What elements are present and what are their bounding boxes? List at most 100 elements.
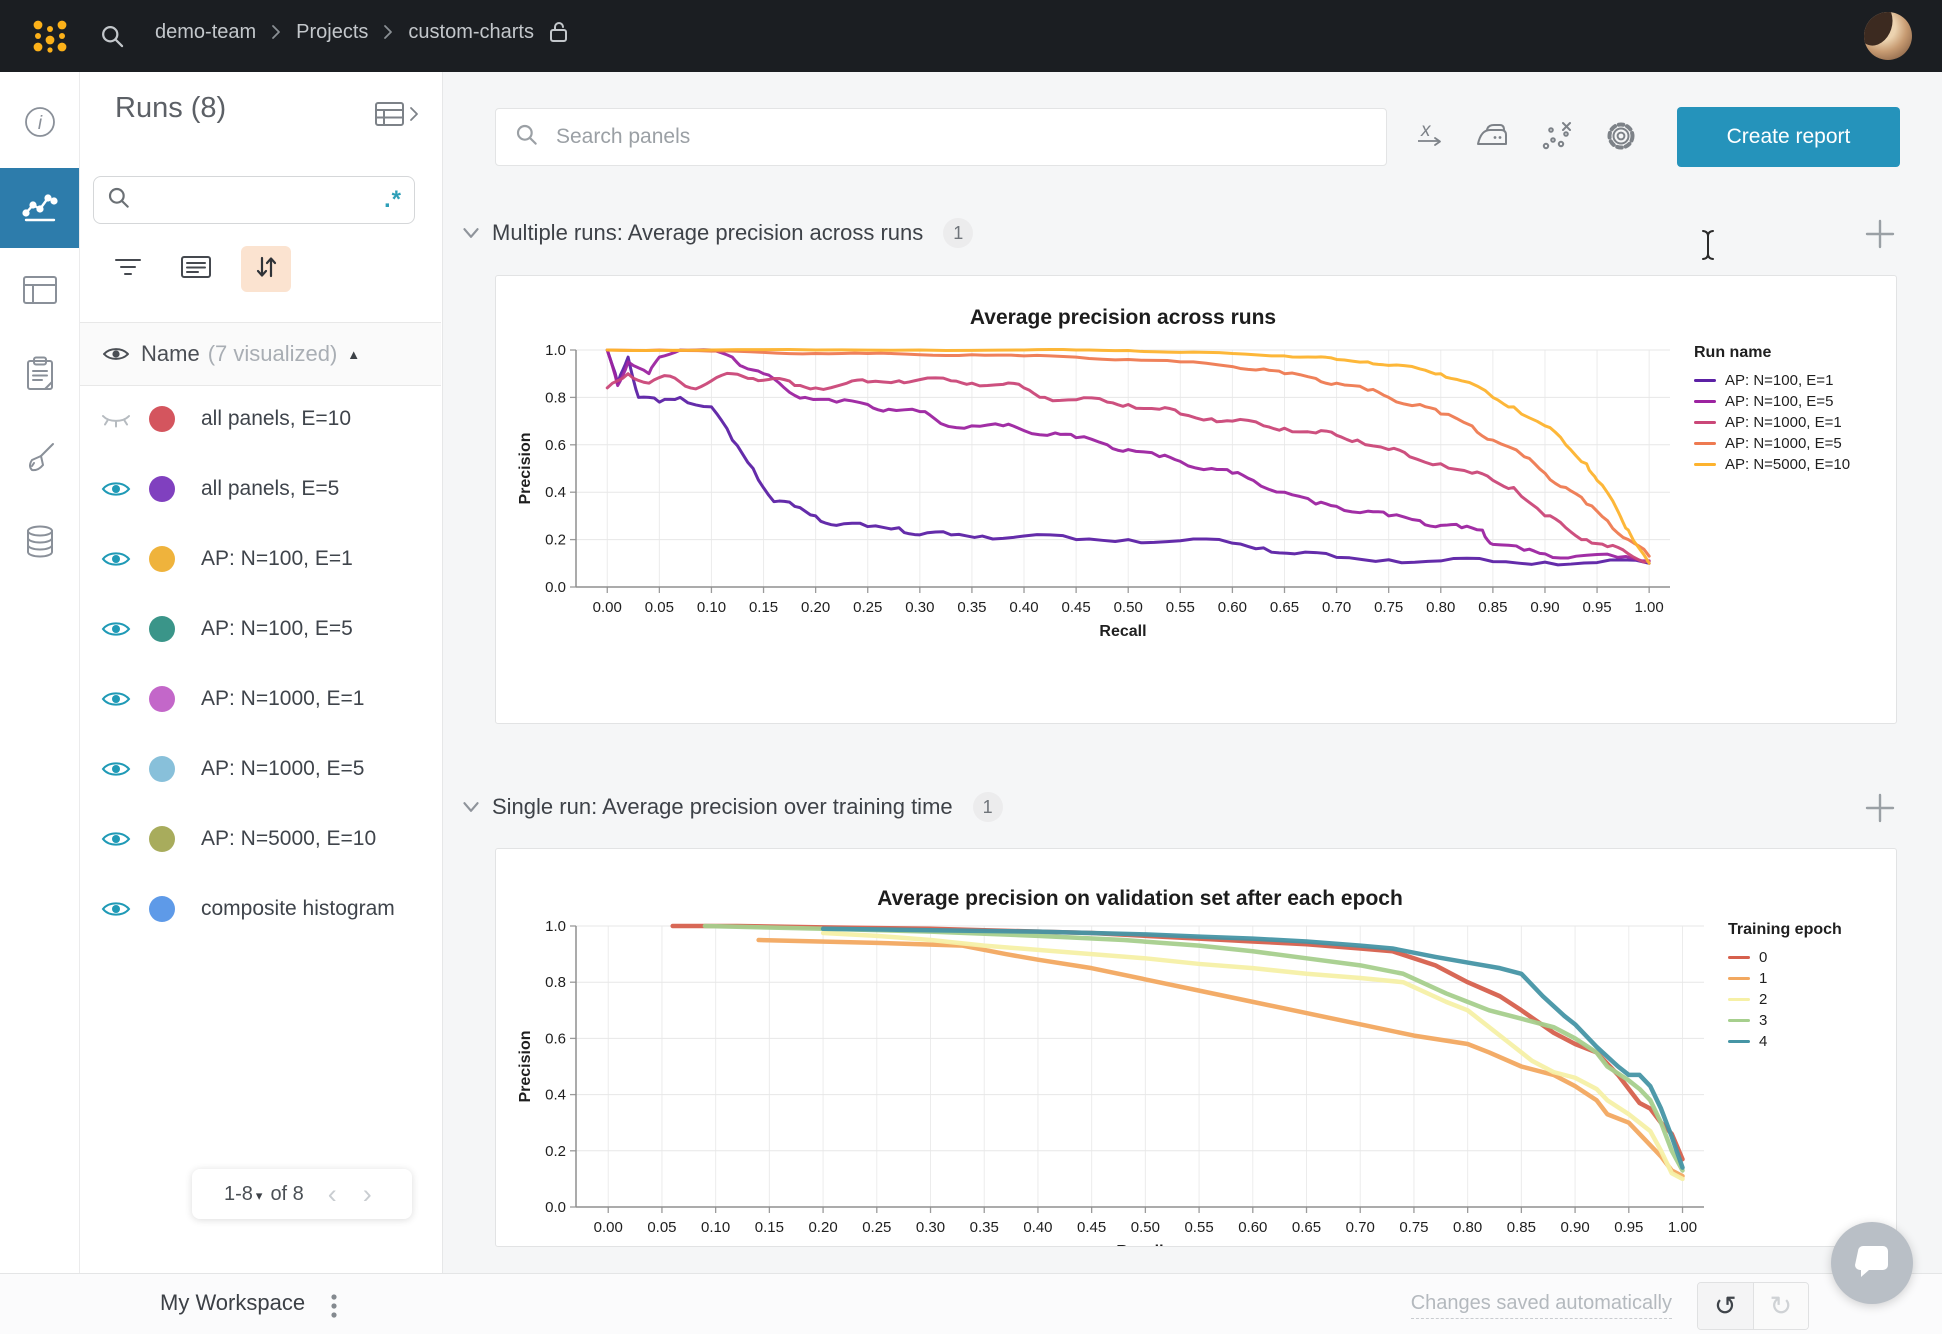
search-icon[interactable]	[99, 23, 126, 55]
panel-count-badge: 1	[943, 218, 973, 248]
smoothing-button[interactable]	[1466, 112, 1518, 164]
run-name[interactable]: all panels, E=10	[201, 407, 351, 431]
svg-text:0.2: 0.2	[545, 532, 566, 549]
runs-name-header[interactable]: Name (7 visualized) ▲	[79, 322, 441, 386]
run-name[interactable]: AP: N=1000, E=1	[201, 687, 364, 711]
svg-text:0.40: 0.40	[1023, 1219, 1052, 1236]
run-name[interactable]: AP: N=5000, E=10	[201, 827, 376, 851]
eye-icon[interactable]	[101, 758, 131, 780]
svg-text:0.70: 0.70	[1346, 1219, 1375, 1236]
run-name[interactable]: composite histogram	[201, 897, 395, 921]
run-row[interactable]: AP: N=1000, E=1	[79, 664, 441, 734]
workspace-name[interactable]: My Workspace	[160, 1290, 305, 1316]
regex-toggle-icon[interactable]: .*	[384, 186, 402, 214]
run-color-dot	[149, 686, 175, 712]
run-color-dot	[149, 896, 175, 922]
search-panels-input[interactable]	[554, 124, 1258, 150]
legend-item: 3	[1728, 1010, 1842, 1031]
add-panel-button[interactable]	[1864, 218, 1896, 255]
section-title[interactable]: Multiple runs: Average precision across …	[492, 220, 923, 246]
section-header-single-run: Single run: Average precision over train…	[462, 792, 1003, 822]
panel-grid-icon	[21, 273, 59, 312]
prev-page-button[interactable]: ‹	[328, 1179, 337, 1210]
chevron-down-icon[interactable]	[462, 227, 480, 239]
sort-button[interactable]	[241, 246, 291, 292]
run-row[interactable]: composite histogram	[79, 874, 441, 944]
eye-icon[interactable]	[101, 828, 131, 850]
svg-text:0.95: 0.95	[1614, 1219, 1643, 1236]
display-options-button[interactable]	[171, 246, 221, 292]
rail-item-sweeps[interactable]	[0, 420, 79, 500]
runs-search-box[interactable]: .*	[93, 176, 415, 224]
legend-swatch	[1728, 956, 1750, 959]
panel-card-avg-precision-across-runs[interactable]: Average precision across runs 0.000.050.…	[495, 275, 1897, 724]
table-icon	[374, 100, 406, 133]
undo-button[interactable]: ↺	[1698, 1283, 1754, 1329]
svg-text:0.00: 0.00	[594, 1219, 623, 1236]
legend-swatch	[1694, 463, 1716, 466]
unlock-icon	[548, 20, 570, 44]
user-avatar[interactable]	[1864, 12, 1912, 60]
section-title[interactable]: Single run: Average precision over train…	[492, 794, 953, 820]
eye-icon[interactable]	[101, 618, 131, 640]
eye-icon[interactable]	[101, 898, 131, 920]
page-of: of 8	[270, 1183, 303, 1206]
left-rail: i	[0, 72, 80, 1334]
svg-text:0.50: 0.50	[1114, 599, 1143, 616]
x-axis-settings-button[interactable]: x	[1404, 112, 1456, 164]
outliers-button[interactable]	[1531, 112, 1583, 164]
legend-item: 2	[1728, 989, 1842, 1010]
run-row[interactable]: all panels, E=5	[79, 454, 441, 524]
filter-button[interactable]	[103, 246, 153, 292]
add-panel-button[interactable]	[1864, 792, 1896, 829]
eye-icon[interactable]	[101, 548, 131, 570]
legend-label: 3	[1759, 1012, 1767, 1029]
rail-item-info[interactable]: i	[0, 84, 79, 164]
rail-item-workspace-charts[interactable]	[0, 168, 79, 248]
autosave-status[interactable]: Changes saved automatically	[1411, 1292, 1672, 1319]
breadcrumb-projects[interactable]: Projects	[296, 21, 368, 44]
eye-icon[interactable]	[101, 688, 131, 710]
page-range[interactable]: 1-8	[224, 1183, 253, 1206]
run-color-dot	[149, 826, 175, 852]
search-icon	[106, 185, 132, 216]
run-name[interactable]: AP: N=100, E=5	[201, 617, 353, 641]
runs-table-toggle[interactable]	[374, 100, 420, 133]
broom-icon	[21, 439, 59, 482]
run-row[interactable]: AP: N=5000, E=10	[79, 804, 441, 874]
breadcrumb-project-name[interactable]: custom-charts	[408, 21, 534, 44]
runs-title: Runs (8)	[115, 92, 226, 125]
line-chart-icon	[19, 185, 61, 232]
run-row[interactable]: all panels, E=10	[79, 384, 441, 454]
legend-item: AP: N=5000, E=10	[1694, 454, 1850, 475]
legend-label: AP: N=1000, E=5	[1725, 435, 1842, 452]
rail-item-panels[interactable]	[0, 252, 79, 332]
create-report-button[interactable]: Create report	[1677, 107, 1900, 167]
run-row[interactable]: AP: N=100, E=5	[79, 594, 441, 664]
eye-icon	[101, 343, 131, 365]
page-size-caret-icon: ▾	[256, 1188, 263, 1204]
breadcrumb-team[interactable]: demo-team	[155, 21, 256, 44]
run-row[interactable]: AP: N=1000, E=5	[79, 734, 441, 804]
rail-item-artifacts[interactable]	[0, 504, 79, 584]
run-name[interactable]: AP: N=1000, E=5	[201, 757, 364, 781]
support-chat-button[interactable]	[1831, 1222, 1913, 1304]
run-name[interactable]: AP: N=100, E=1	[201, 547, 353, 571]
eye-icon[interactable]	[101, 478, 131, 500]
panel-card-avg-precision-per-epoch[interactable]: Average precision on validation set afte…	[495, 848, 1897, 1247]
eye-closed-icon[interactable]	[101, 408, 131, 430]
svg-text:0.65: 0.65	[1292, 1219, 1321, 1236]
pr-curves-chart: 0.000.050.100.150.200.250.300.350.400.45…	[496, 276, 1898, 725]
svg-text:0.35: 0.35	[957, 599, 986, 616]
workspace-settings-button[interactable]	[1595, 112, 1647, 164]
chevron-down-icon[interactable]	[462, 801, 480, 813]
run-row[interactable]: AP: N=100, E=1	[79, 524, 441, 594]
database-icon	[22, 523, 58, 566]
workspace-menu-button[interactable]	[330, 1292, 338, 1325]
info-icon: i	[20, 102, 60, 147]
run-name[interactable]: all panels, E=5	[201, 477, 339, 501]
redo-button[interactable]: ↻	[1754, 1283, 1809, 1329]
next-page-button[interactable]: ›	[363, 1179, 372, 1210]
wandb-logo-icon[interactable]	[30, 16, 70, 61]
rail-item-notes[interactable]	[0, 336, 79, 416]
